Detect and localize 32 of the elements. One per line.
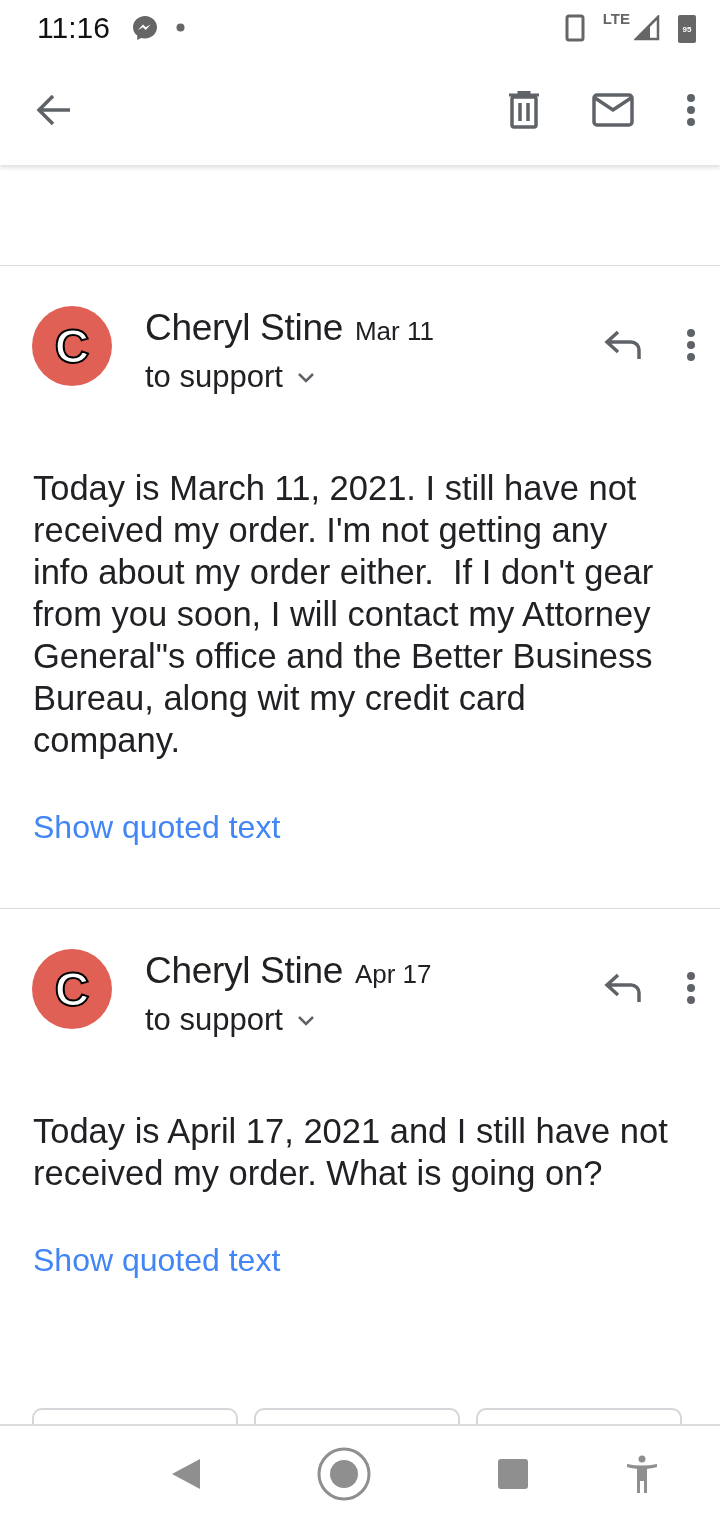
sender-name: Cheryl Stine — [145, 950, 343, 992]
message-body: Today is March 11, 2021. I still have not received my order. I'm not getting any info about my order either. If I don't gear from you soon, I will contact my Attorney General"s office and the Better Business Bureau, along wit my credit card company. — [32, 468, 655, 761]
more-options-icon[interactable] — [686, 328, 696, 362]
back-arrow-icon[interactable] — [36, 93, 72, 127]
delete-icon[interactable] — [508, 91, 540, 129]
nav-back-icon[interactable] — [170, 1457, 202, 1491]
sender-avatar: C — [32, 306, 112, 386]
show-quoted-text-link[interactable]: Show quoted text — [33, 809, 281, 908]
battery-icon: 95 — [678, 15, 696, 43]
reply-icon[interactable] — [604, 330, 642, 360]
mail-icon[interactable] — [592, 93, 634, 127]
more-options-icon[interactable] — [686, 93, 696, 127]
sender-name: Cheryl Stine — [145, 307, 343, 349]
chevron-down-icon[interactable] — [296, 371, 315, 383]
accessibility-icon[interactable] — [626, 1455, 658, 1493]
message-date: Mar 11 — [354, 316, 434, 347]
messenger-icon — [131, 14, 158, 41]
phone-icon — [564, 13, 585, 42]
sender-avatar: C — [32, 949, 112, 1029]
signal-icon — [634, 14, 660, 41]
notification-dot-icon — [175, 23, 185, 32]
recipient-text[interactable]: to support — [145, 359, 283, 395]
reply-icon[interactable] — [604, 973, 642, 1003]
message-body: Today is April 17, 2021 and I still have not received my order. What is going on? — [32, 1111, 669, 1194]
recipient-text[interactable]: to support — [145, 1002, 283, 1038]
status-time: 11:16 — [37, 10, 110, 45]
show-quoted-text-link[interactable]: Show quoted text — [33, 1242, 281, 1279]
chevron-down-icon[interactable] — [296, 1014, 315, 1026]
nav-home-icon[interactable] — [316, 1446, 372, 1502]
more-options-icon[interactable] — [686, 971, 696, 1005]
message-date: Apr 17 — [354, 959, 432, 990]
network-type: LTE — [602, 10, 630, 27]
